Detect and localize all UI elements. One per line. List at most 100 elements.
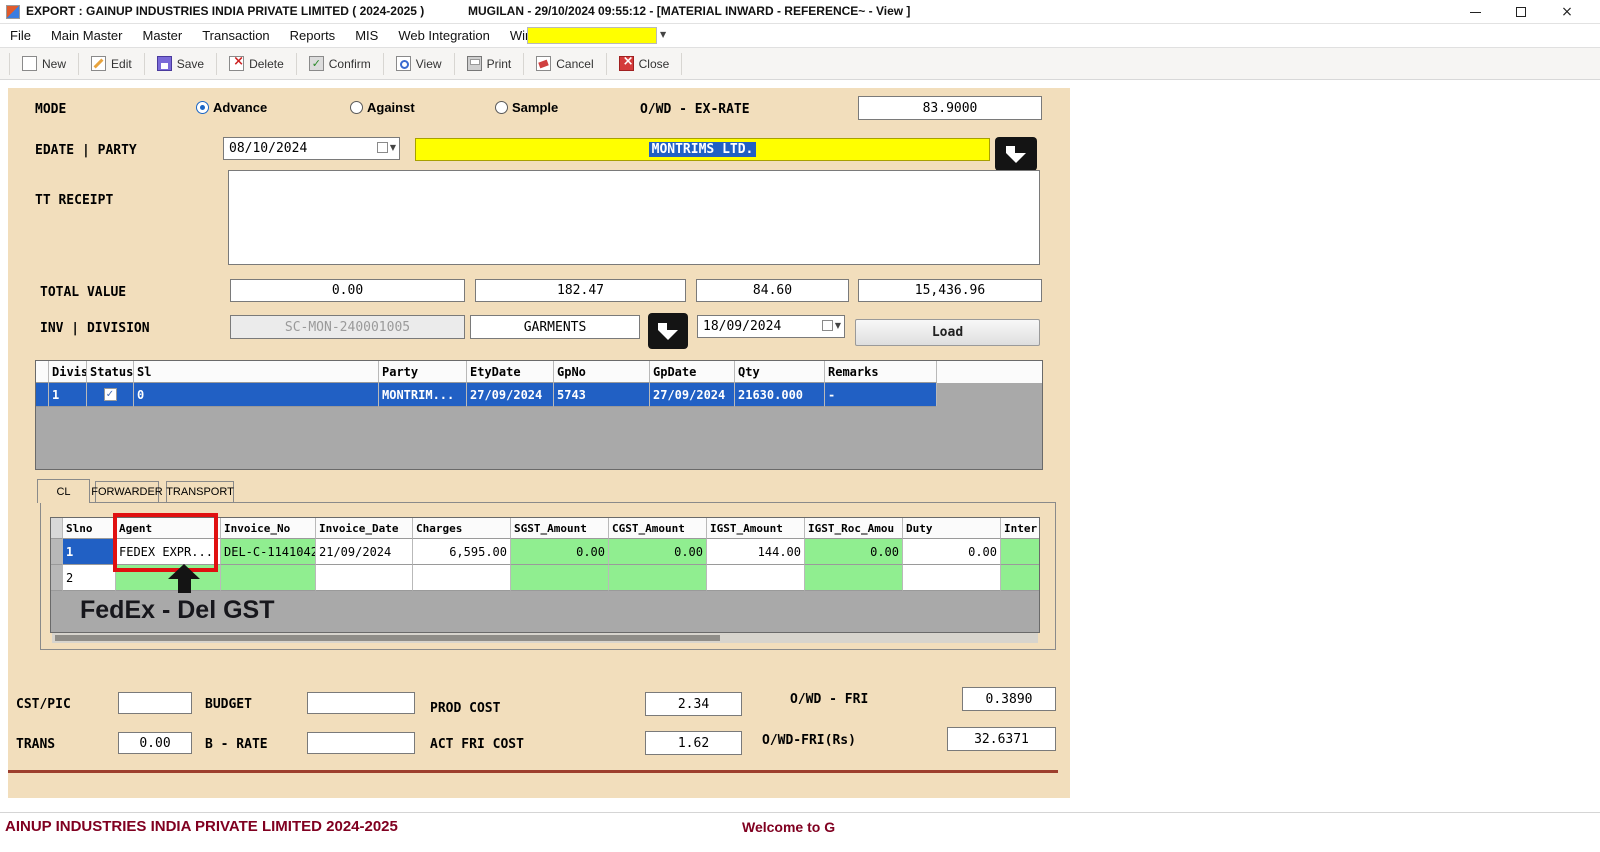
menu-transaction[interactable]: Transaction bbox=[192, 24, 279, 47]
grid-horizontal-scrollbar[interactable] bbox=[52, 633, 1038, 643]
budget-field[interactable] bbox=[307, 692, 415, 714]
table-row[interactable]: 1 ✓ 0 MONTRIM... 27/09/2024 5743 27/09/2… bbox=[36, 383, 1042, 407]
cell-invoice-no[interactable] bbox=[221, 565, 316, 591]
maximize-button[interactable] bbox=[1498, 0, 1544, 24]
cell-igst-roc[interactable] bbox=[805, 565, 903, 591]
scrollbar-thumb[interactable] bbox=[55, 635, 720, 641]
col-charges[interactable]: Charges bbox=[413, 518, 511, 539]
col-duty[interactable]: Duty bbox=[903, 518, 1001, 539]
division-lookup-button[interactable] bbox=[648, 313, 688, 349]
calendar-dropdown-icon[interactable]: ▼ bbox=[377, 142, 396, 153]
menu-master[interactable]: Master bbox=[132, 24, 192, 47]
col-status[interactable]: Status bbox=[87, 361, 134, 383]
cell-sgst[interactable] bbox=[511, 565, 609, 591]
col-cgst[interactable]: CGST_Amount bbox=[609, 518, 707, 539]
cell-igst-roc[interactable]: 0.00 bbox=[805, 539, 903, 565]
radio-against[interactable] bbox=[350, 101, 363, 114]
cell-duty[interactable] bbox=[903, 565, 1001, 591]
total-value-field-4[interactable]: 15,436.96 bbox=[858, 279, 1042, 302]
menu-search-combo[interactable] bbox=[527, 27, 657, 44]
total-value-field-3[interactable]: 84.60 bbox=[696, 279, 849, 302]
tt-receipt-textarea[interactable] bbox=[228, 170, 1040, 265]
menu-web-integration[interactable]: Web Integration bbox=[388, 24, 500, 47]
col-sgst[interactable]: SGST_Amount bbox=[511, 518, 609, 539]
col-invoice-date[interactable]: Invoice_Date bbox=[316, 518, 413, 539]
cell-invoice-no[interactable]: DEL-C-1141042 bbox=[221, 539, 316, 565]
col-etydate[interactable]: EtyDate bbox=[467, 361, 554, 383]
cancel-button[interactable]: Cancel bbox=[527, 52, 602, 75]
tab-cl[interactable]: CL bbox=[37, 479, 90, 503]
radio-against-label[interactable]: Against bbox=[367, 100, 415, 115]
radio-sample-label[interactable]: Sample bbox=[512, 100, 558, 115]
col-invoice-no[interactable]: Invoice_No bbox=[221, 518, 316, 539]
cst-pic-field[interactable] bbox=[118, 692, 192, 714]
cell-qty[interactable]: 21630.000 bbox=[735, 383, 825, 407]
cell-inter[interactable] bbox=[1001, 539, 1040, 565]
print-button[interactable]: Print bbox=[458, 52, 521, 75]
radio-sample[interactable] bbox=[495, 101, 508, 114]
cell-igst[interactable]: 144.00 bbox=[707, 539, 805, 565]
party-field[interactable]: MONTRIMS LTD. bbox=[415, 138, 990, 161]
owd-fri-rs-field[interactable]: 32.6371 bbox=[947, 727, 1056, 751]
col-igst-roc[interactable]: IGST_Roc_Amou bbox=[805, 518, 903, 539]
menu-file[interactable]: File bbox=[0, 24, 41, 47]
cell-slno[interactable]: 2 bbox=[63, 565, 116, 591]
cell-cgst[interactable]: 0.00 bbox=[609, 539, 707, 565]
cell-charges[interactable] bbox=[413, 565, 511, 591]
confirm-button[interactable]: Confirm bbox=[300, 52, 380, 75]
inv-date-picker[interactable]: 18/09/2024 ▼ bbox=[697, 315, 845, 338]
col-inter[interactable]: Inter bbox=[1001, 518, 1040, 539]
calendar-dropdown-icon[interactable]: ▼ bbox=[822, 320, 841, 331]
cell-cgst[interactable] bbox=[609, 565, 707, 591]
tab-forwarder[interactable]: FORWARDER bbox=[95, 481, 159, 502]
trans-field[interactable]: 0.00 bbox=[118, 732, 192, 754]
cell-party[interactable]: MONTRIM... bbox=[379, 383, 467, 407]
cell-etydate[interactable]: 27/09/2024 bbox=[467, 383, 554, 407]
combo-dropdown-icon[interactable]: ▼ bbox=[660, 30, 666, 39]
new-button[interactable]: New bbox=[13, 52, 75, 75]
act-fri-cost-field[interactable]: 1.62 bbox=[645, 731, 742, 755]
tab-transport[interactable]: TRANSPORT bbox=[166, 481, 234, 502]
total-value-field-1[interactable]: 0.00 bbox=[230, 279, 465, 302]
status-checkbox[interactable]: ✓ bbox=[104, 388, 117, 401]
edit-button[interactable]: Edit bbox=[82, 52, 141, 75]
view-button[interactable]: View bbox=[387, 52, 451, 75]
col-slno[interactable]: Slno bbox=[63, 518, 116, 539]
col-qty[interactable]: Qty bbox=[735, 361, 825, 383]
save-button[interactable]: Save bbox=[148, 52, 213, 75]
cell-sgst[interactable]: 0.00 bbox=[511, 539, 609, 565]
radio-advance-label[interactable]: Advance bbox=[213, 100, 267, 115]
cell-invoice-date[interactable]: 21/09/2024 bbox=[316, 539, 413, 565]
edate-picker[interactable]: 08/10/2024 ▼ bbox=[223, 137, 400, 160]
minimize-button[interactable] bbox=[1452, 0, 1498, 24]
cell-inter[interactable] bbox=[1001, 565, 1040, 591]
division-field[interactable]: GARMENTS bbox=[470, 315, 640, 339]
col-igst[interactable]: IGST_Amount bbox=[707, 518, 805, 539]
cell-gpno[interactable]: 5743 bbox=[554, 383, 650, 407]
cell-gpdate[interactable]: 27/09/2024 bbox=[650, 383, 735, 407]
close-button[interactable]: × bbox=[1544, 0, 1590, 24]
radio-advance[interactable] bbox=[196, 101, 209, 114]
cell-slno[interactable]: 1 bbox=[63, 539, 116, 565]
party-lookup-button[interactable] bbox=[995, 137, 1037, 171]
col-sl[interactable]: Sl bbox=[134, 361, 379, 383]
total-value-field-2[interactable]: 182.47 bbox=[475, 279, 686, 302]
menu-mis[interactable]: MIS bbox=[345, 24, 388, 47]
cell-sl[interactable]: 0 bbox=[134, 383, 379, 407]
menu-reports[interactable]: Reports bbox=[280, 24, 346, 47]
col-remarks[interactable]: Remarks bbox=[825, 361, 937, 383]
close-form-button[interactable]: Close bbox=[610, 52, 679, 75]
cell-invoice-date[interactable] bbox=[316, 565, 413, 591]
cell-remarks[interactable]: - bbox=[825, 383, 937, 407]
cell-igst[interactable] bbox=[707, 565, 805, 591]
cell-divis[interactable]: 1 bbox=[49, 383, 87, 407]
menu-main-master[interactable]: Main Master bbox=[41, 24, 133, 47]
prod-cost-field[interactable]: 2.34 bbox=[645, 692, 742, 716]
col-gpno[interactable]: GpNo bbox=[554, 361, 650, 383]
exrate-field[interactable]: 83.9000 bbox=[858, 96, 1042, 120]
col-party[interactable]: Party bbox=[379, 361, 467, 383]
owd-fri-field[interactable]: 0.3890 bbox=[962, 687, 1056, 711]
b-rate-field[interactable] bbox=[307, 732, 415, 754]
cell-duty[interactable]: 0.00 bbox=[903, 539, 1001, 565]
cell-charges[interactable]: 6,595.00 bbox=[413, 539, 511, 565]
